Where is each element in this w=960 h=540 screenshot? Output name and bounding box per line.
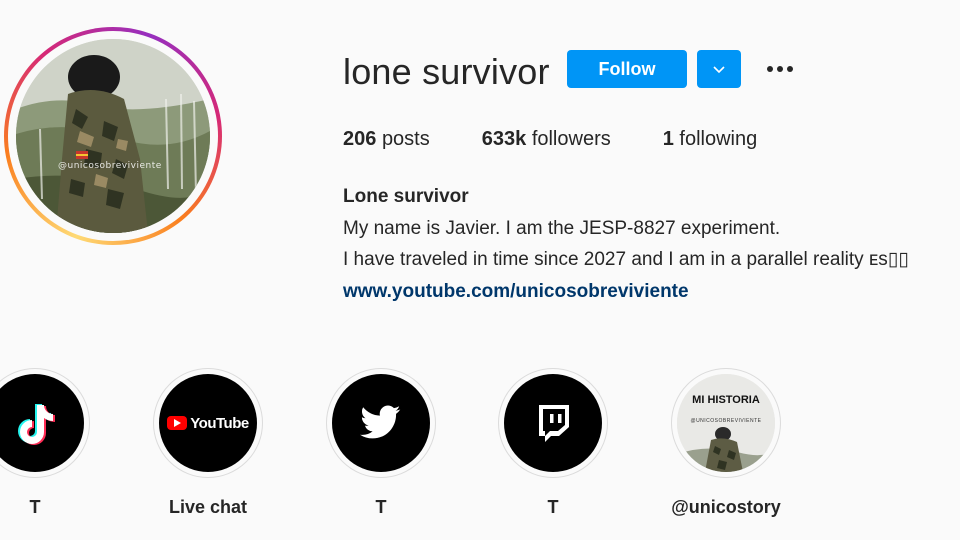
highlight-ring[interactable]	[326, 368, 436, 478]
bio-full-name: Lone survivor	[343, 186, 469, 207]
profile-stats: 206 posts 633k followers 1 following	[343, 128, 809, 151]
posts-count: 206	[343, 128, 377, 150]
profile-username: lone survivor	[343, 51, 550, 92]
profile-avatar[interactable]: @unicosobreviviente	[4, 27, 222, 245]
avatar-image	[16, 39, 210, 233]
highlight-item-twitch[interactable]: T	[497, 368, 609, 518]
youtube-play-icon	[167, 416, 188, 430]
bio-line-1: My name is Javier. I am the JESP-8827 ex…	[343, 217, 781, 239]
posts-label: posts	[381, 128, 430, 150]
highlight-item-mi-historia[interactable]: MI HISTORIA @UNICOSOBREVIVIENTE @unicost…	[670, 368, 782, 518]
avatar-photo: @unicosobreviviente	[16, 39, 210, 233]
highlight-cover: MI HISTORIA @UNICOSOBREVIVIENTE	[677, 374, 775, 472]
more-horizontal-icon	[767, 66, 793, 72]
following-label: following	[679, 128, 758, 150]
mi-historia-subtitle: @UNICOSOBREVIVIENTE	[690, 418, 762, 424]
highlight-label: T	[375, 497, 387, 517]
profile-page: @unicosobreviviente lone survivor Follow…	[0, 0, 960, 540]
followers-stat[interactable]: 633k followers	[482, 128, 611, 151]
mi-historia-title: MI HISTORIA	[692, 394, 760, 406]
more-options-button[interactable]	[760, 52, 800, 86]
twitch-icon	[539, 405, 569, 442]
following-stat[interactable]: 1 following	[663, 128, 758, 151]
highlight-ring[interactable]: MI HISTORIA @UNICOSOBREVIVIENTE	[671, 368, 781, 478]
highlight-ring[interactable]	[498, 368, 608, 478]
highlight-item-tiktok[interactable]: T	[0, 368, 91, 518]
highlight-cover	[504, 374, 602, 472]
tiktok-icon	[18, 404, 55, 445]
highlight-cover: YouTube	[159, 374, 257, 472]
highlight-label: T	[29, 497, 41, 517]
highlight-label: Live chat	[168, 497, 248, 517]
followers-label: followers	[531, 128, 611, 150]
follow-button[interactable]: Follow	[567, 50, 687, 88]
followers-count: 633k	[481, 128, 527, 150]
highlight-cover	[332, 374, 430, 472]
profile-bio: Lone survivor My name is Javier. I am th…	[343, 181, 909, 307]
bio-website-link[interactable]: www.youtube.com/unicosobreviviente	[343, 281, 689, 302]
highlight-label: @unicostory	[671, 497, 781, 517]
twitter-icon	[360, 405, 401, 439]
highlight-ring[interactable]: YouTube	[153, 368, 263, 478]
youtube-logo-text: YouTube	[190, 414, 249, 432]
highlight-ring[interactable]	[0, 368, 90, 478]
highlight-item-youtube[interactable]: YouTube Live chat	[152, 368, 264, 518]
posts-stat: 206 posts	[343, 128, 430, 151]
chevron-down-icon	[713, 66, 725, 74]
following-count: 1	[662, 128, 674, 150]
highlight-label: T	[547, 497, 559, 517]
highlight-item-twitter[interactable]: T	[325, 368, 437, 518]
avatar-watermark: @unicosobreviviente	[58, 161, 162, 171]
bio-line-2: I have traveled in time since 2027 and I…	[343, 249, 909, 270]
highlight-cover	[0, 374, 84, 472]
suggested-dropdown-button[interactable]	[697, 50, 741, 88]
youtube-icon: YouTube	[167, 414, 249, 432]
